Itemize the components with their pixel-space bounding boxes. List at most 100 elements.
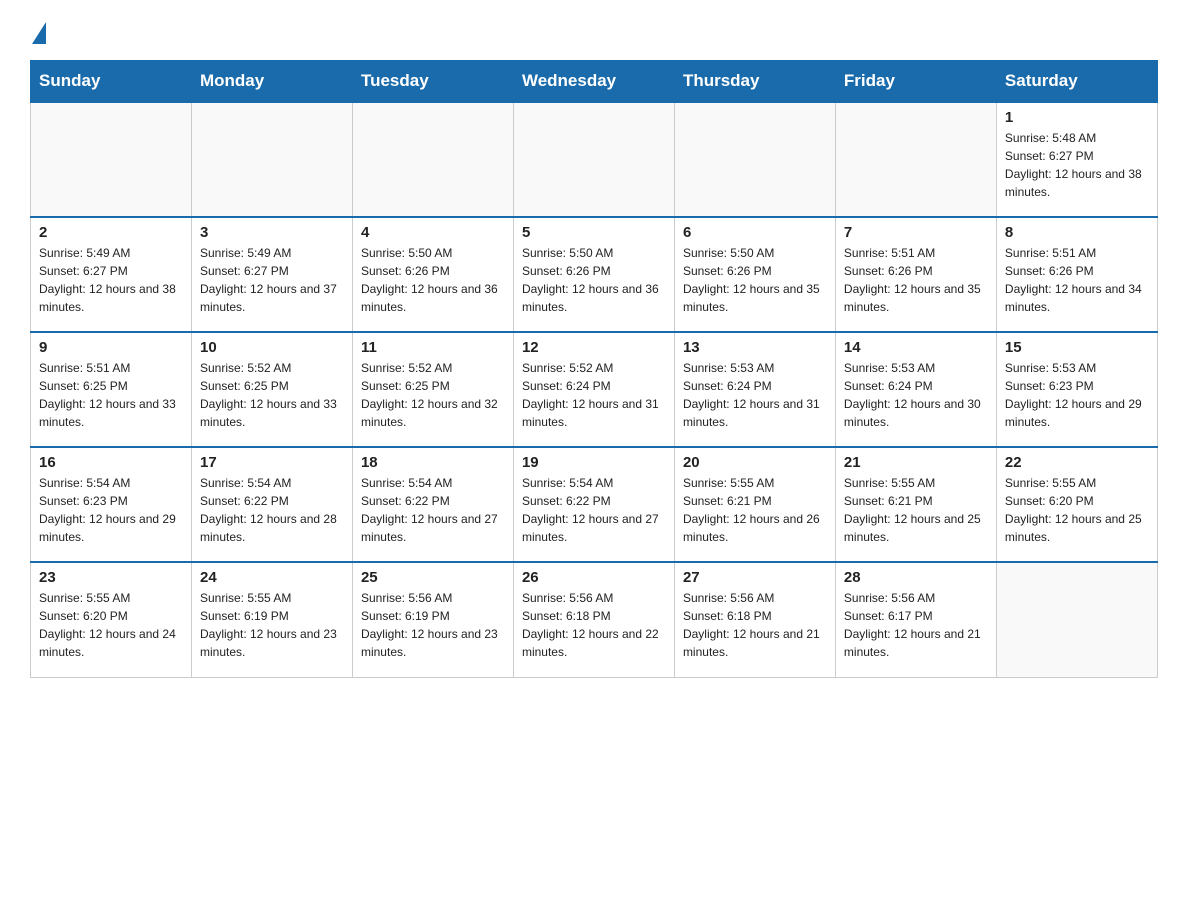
calendar-cell bbox=[513, 102, 674, 217]
day-of-week-header: Thursday bbox=[674, 61, 835, 103]
day-info: Sunrise: 5:55 AMSunset: 6:20 PMDaylight:… bbox=[1005, 474, 1149, 546]
day-number: 22 bbox=[1005, 454, 1149, 471]
day-info: Sunrise: 5:54 AMSunset: 6:22 PMDaylight:… bbox=[361, 474, 505, 546]
calendar-cell: 12 Sunrise: 5:52 AMSunset: 6:24 PMDayligh… bbox=[513, 332, 674, 447]
calendar-cell: 26 Sunrise: 5:56 AMSunset: 6:18 PMDayligh… bbox=[513, 562, 674, 677]
day-number: 16 bbox=[39, 454, 183, 471]
day-number: 26 bbox=[522, 569, 666, 586]
calendar-cell: 9 Sunrise: 5:51 AMSunset: 6:25 PMDaylight… bbox=[31, 332, 192, 447]
day-info: Sunrise: 5:54 AMSunset: 6:22 PMDaylight:… bbox=[200, 474, 344, 546]
day-info: Sunrise: 5:51 AMSunset: 6:25 PMDaylight:… bbox=[39, 359, 183, 431]
calendar-cell: 15 Sunrise: 5:53 AMSunset: 6:23 PMDayligh… bbox=[996, 332, 1157, 447]
calendar-cell: 13 Sunrise: 5:53 AMSunset: 6:24 PMDayligh… bbox=[674, 332, 835, 447]
calendar-cell bbox=[191, 102, 352, 217]
day-number: 28 bbox=[844, 569, 988, 586]
calendar-cell bbox=[835, 102, 996, 217]
calendar-cell: 22 Sunrise: 5:55 AMSunset: 6:20 PMDayligh… bbox=[996, 447, 1157, 562]
calendar-cell: 8 Sunrise: 5:51 AMSunset: 6:26 PMDaylight… bbox=[996, 217, 1157, 332]
day-number: 15 bbox=[1005, 339, 1149, 356]
calendar-cell: 21 Sunrise: 5:55 AMSunset: 6:21 PMDayligh… bbox=[835, 447, 996, 562]
day-info: Sunrise: 5:53 AMSunset: 6:24 PMDaylight:… bbox=[683, 359, 827, 431]
day-number: 21 bbox=[844, 454, 988, 471]
day-info: Sunrise: 5:56 AMSunset: 6:19 PMDaylight:… bbox=[361, 589, 505, 661]
day-number: 20 bbox=[683, 454, 827, 471]
day-info: Sunrise: 5:50 AMSunset: 6:26 PMDaylight:… bbox=[683, 244, 827, 316]
calendar-cell: 11Sunrise: 5:52 AMSunset: 6:25 PMDayligh… bbox=[352, 332, 513, 447]
day-number: 11 bbox=[361, 339, 505, 356]
day-number: 27 bbox=[683, 569, 827, 586]
calendar-week-row: 9 Sunrise: 5:51 AMSunset: 6:25 PMDaylight… bbox=[31, 332, 1158, 447]
calendar-cell: 7 Sunrise: 5:51 AMSunset: 6:26 PMDaylight… bbox=[835, 217, 996, 332]
day-number: 23 bbox=[39, 569, 183, 586]
day-number: 2 bbox=[39, 224, 183, 241]
day-number: 9 bbox=[39, 339, 183, 356]
calendar-cell: 19Sunrise: 5:54 AMSunset: 6:22 PMDayligh… bbox=[513, 447, 674, 562]
day-number: 10 bbox=[200, 339, 344, 356]
day-number: 18 bbox=[361, 454, 505, 471]
day-of-week-header: Sunday bbox=[31, 61, 192, 103]
day-info: Sunrise: 5:50 AMSunset: 6:26 PMDaylight:… bbox=[522, 244, 666, 316]
calendar-cell: 20 Sunrise: 5:55 AMSunset: 6:21 PMDayligh… bbox=[674, 447, 835, 562]
day-info: Sunrise: 5:55 AMSunset: 6:19 PMDaylight:… bbox=[200, 589, 344, 661]
calendar-week-row: 2 Sunrise: 5:49 AMSunset: 6:27 PMDaylight… bbox=[31, 217, 1158, 332]
day-number: 3 bbox=[200, 224, 344, 241]
day-number: 7 bbox=[844, 224, 988, 241]
calendar-cell: 24 Sunrise: 5:55 AMSunset: 6:19 PMDayligh… bbox=[191, 562, 352, 677]
calendar-cell: 18 Sunrise: 5:54 AMSunset: 6:22 PMDayligh… bbox=[352, 447, 513, 562]
calendar-cell: 25 Sunrise: 5:56 AMSunset: 6:19 PMDayligh… bbox=[352, 562, 513, 677]
day-of-week-header: Friday bbox=[835, 61, 996, 103]
day-info: Sunrise: 5:51 AMSunset: 6:26 PMDaylight:… bbox=[844, 244, 988, 316]
page-header bbox=[30, 20, 1158, 40]
calendar-cell bbox=[674, 102, 835, 217]
calendar-cell: 16 Sunrise: 5:54 AMSunset: 6:23 PMDayligh… bbox=[31, 447, 192, 562]
day-info: Sunrise: 5:54 AMSunset: 6:23 PMDaylight:… bbox=[39, 474, 183, 546]
day-info: Sunrise: 5:49 AMSunset: 6:27 PMDaylight:… bbox=[39, 244, 183, 316]
day-number: 12 bbox=[522, 339, 666, 356]
calendar-week-row: 1 Sunrise: 5:48 AMSunset: 6:27 PMDaylight… bbox=[31, 102, 1158, 217]
calendar-week-row: 16 Sunrise: 5:54 AMSunset: 6:23 PMDayligh… bbox=[31, 447, 1158, 562]
calendar-cell: 6 Sunrise: 5:50 AMSunset: 6:26 PMDaylight… bbox=[674, 217, 835, 332]
day-info: Sunrise: 5:52 AMSunset: 6:25 PMDaylight:… bbox=[200, 359, 344, 431]
calendar-header-row: SundayMondayTuesdayWednesdayThursdayFrid… bbox=[31, 61, 1158, 103]
day-number: 14 bbox=[844, 339, 988, 356]
day-number: 13 bbox=[683, 339, 827, 356]
calendar-cell bbox=[31, 102, 192, 217]
day-info: Sunrise: 5:49 AMSunset: 6:27 PMDaylight:… bbox=[200, 244, 344, 316]
day-info: Sunrise: 5:55 AMSunset: 6:21 PMDaylight:… bbox=[844, 474, 988, 546]
day-info: Sunrise: 5:53 AMSunset: 6:23 PMDaylight:… bbox=[1005, 359, 1149, 431]
day-of-week-header: Tuesday bbox=[352, 61, 513, 103]
day-number: 25 bbox=[361, 569, 505, 586]
day-of-week-header: Saturday bbox=[996, 61, 1157, 103]
day-info: Sunrise: 5:48 AMSunset: 6:27 PMDaylight:… bbox=[1005, 129, 1149, 201]
day-info: Sunrise: 5:56 AMSunset: 6:17 PMDaylight:… bbox=[844, 589, 988, 661]
calendar-cell: 17 Sunrise: 5:54 AMSunset: 6:22 PMDayligh… bbox=[191, 447, 352, 562]
calendar-cell: 14 Sunrise: 5:53 AMSunset: 6:24 PMDayligh… bbox=[835, 332, 996, 447]
calendar-week-row: 23Sunrise: 5:55 AMSunset: 6:20 PMDayligh… bbox=[31, 562, 1158, 677]
day-of-week-header: Monday bbox=[191, 61, 352, 103]
day-number: 6 bbox=[683, 224, 827, 241]
calendar-cell bbox=[352, 102, 513, 217]
calendar-cell: 3 Sunrise: 5:49 AMSunset: 6:27 PMDaylight… bbox=[191, 217, 352, 332]
day-number: 5 bbox=[522, 224, 666, 241]
calendar-cell: 27 Sunrise: 5:56 AMSunset: 6:18 PMDayligh… bbox=[674, 562, 835, 677]
calendar-table: SundayMondayTuesdayWednesdayThursdayFrid… bbox=[30, 60, 1158, 678]
day-number: 1 bbox=[1005, 109, 1149, 126]
logo bbox=[30, 20, 46, 40]
day-number: 24 bbox=[200, 569, 344, 586]
day-info: Sunrise: 5:56 AMSunset: 6:18 PMDaylight:… bbox=[522, 589, 666, 661]
calendar-cell: 2 Sunrise: 5:49 AMSunset: 6:27 PMDaylight… bbox=[31, 217, 192, 332]
day-info: Sunrise: 5:56 AMSunset: 6:18 PMDaylight:… bbox=[683, 589, 827, 661]
day-number: 17 bbox=[200, 454, 344, 471]
calendar-cell bbox=[996, 562, 1157, 677]
day-info: Sunrise: 5:55 AMSunset: 6:21 PMDaylight:… bbox=[683, 474, 827, 546]
calendar-cell: 28 Sunrise: 5:56 AMSunset: 6:17 PMDayligh… bbox=[835, 562, 996, 677]
day-info: Sunrise: 5:53 AMSunset: 6:24 PMDaylight:… bbox=[844, 359, 988, 431]
calendar-cell: 23Sunrise: 5:55 AMSunset: 6:20 PMDayligh… bbox=[31, 562, 192, 677]
day-info: Sunrise: 5:51 AMSunset: 6:26 PMDaylight:… bbox=[1005, 244, 1149, 316]
calendar-cell: 4Sunrise: 5:50 AMSunset: 6:26 PMDaylight… bbox=[352, 217, 513, 332]
day-number: 8 bbox=[1005, 224, 1149, 241]
day-info: Sunrise: 5:52 AMSunset: 6:24 PMDaylight:… bbox=[522, 359, 666, 431]
day-info: Sunrise: 5:54 AMSunset: 6:22 PMDaylight:… bbox=[522, 474, 666, 546]
calendar-cell: 10 Sunrise: 5:52 AMSunset: 6:25 PMDayligh… bbox=[191, 332, 352, 447]
calendar-cell: 5 Sunrise: 5:50 AMSunset: 6:26 PMDaylight… bbox=[513, 217, 674, 332]
